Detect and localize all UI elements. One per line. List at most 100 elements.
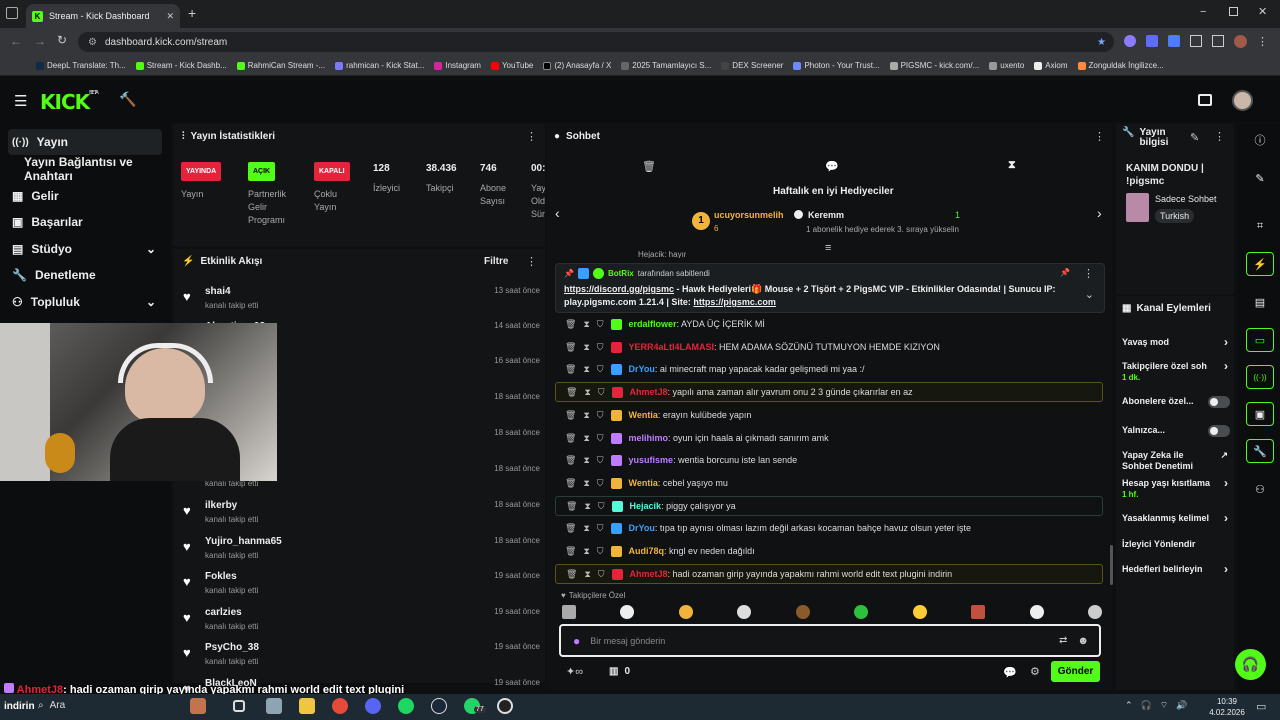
ban-shield-icon[interactable]: ⛉ [597, 433, 604, 444]
kick-logo[interactable]: KICKBETA [40, 90, 99, 114]
minimize-icon[interactable]: − [1200, 6, 1206, 18]
bookmark[interactable]: rahmican - Kick Stat... [335, 61, 424, 70]
chat-username[interactable]: Hejacik [630, 501, 662, 511]
timeout-icon[interactable]: ⧗ [583, 546, 589, 557]
chat-username[interactable]: AhmetJ8 [630, 387, 668, 397]
ban-shield-icon[interactable]: ⛉ [598, 569, 605, 580]
channel-action-item[interactable]: Yalnızca... [1122, 425, 1230, 437]
sidebar-icon[interactable] [1212, 35, 1224, 47]
chat-message[interactable]: 🗑 ⧗ ⛉ Wentia: cebel yaşıyo mu [555, 473, 1103, 493]
wallet-icon[interactable] [1198, 94, 1212, 106]
emote-icon[interactable] [678, 605, 693, 619]
back-icon[interactable]: ← [10, 34, 22, 48]
chat-username[interactable]: Wentia [629, 410, 658, 420]
timeout-icon[interactable]: ⧗ [584, 387, 590, 398]
maximize-icon[interactable] [1229, 7, 1238, 16]
channel-action-item[interactable]: Yasaklanmış kelimel › [1122, 512, 1230, 524]
chat-menu-icon[interactable]: ⋮ [1094, 130, 1105, 143]
delete-icon[interactable]: 🗑 [566, 569, 577, 580]
extension-icon[interactable] [1146, 35, 1158, 47]
bookmark-star-icon[interactable]: ★ [1097, 37, 1106, 48]
expand-icon[interactable]: ⌄ [1085, 288, 1094, 301]
bookmark[interactable]: uxento [989, 61, 1024, 70]
chat-message[interactable]: 🗑 ⧗ ⛉ AhmetJ8: yapılı ama zaman alır yavrum… [555, 382, 1103, 402]
activity-username[interactable]: ilkerby [205, 500, 237, 511]
chat-message[interactable]: 🗑 ⧗ ⛉ yusufisme: wentia borcunu iste lan se… [555, 450, 1103, 470]
nav-item-basarilar[interactable]: ▣ Başarılar [8, 209, 162, 235]
reload-icon[interactable]: ↻ [57, 33, 67, 47]
hamburger-menu-icon[interactable]: ☰ [14, 92, 27, 110]
activity-username[interactable]: Yujiro_hanma65 [205, 536, 282, 547]
tab-close-icon[interactable]: ✕ [166, 11, 174, 22]
ban-shield-icon[interactable]: ⛉ [597, 319, 604, 330]
edit-pencil-icon[interactable]: ✎ [1190, 131, 1199, 144]
next-arrow-icon[interactable]: › [1097, 205, 1102, 221]
chrome-icon[interactable] [332, 698, 348, 714]
chat-message[interactable]: 🗑 ⧗ ⛉ AhmetJ8: hadi ozaman girip yayında ya… [555, 564, 1103, 584]
toggle-switch[interactable] [1208, 396, 1230, 408]
delete-icon[interactable]: 🗑 [565, 410, 576, 421]
ban-shield-icon[interactable]: ⛉ [597, 478, 604, 489]
activity-username[interactable]: Fokles [205, 571, 237, 582]
emote-icon[interactable] [562, 605, 576, 619]
channel-action-item[interactable]: Hesap yaşı kısıtlama 1 hf. › [1122, 477, 1230, 500]
headset-icon[interactable]: 🎧 [1141, 700, 1152, 711]
ban-shield-icon[interactable]: ⛉ [597, 410, 604, 421]
taskbar-app-icon[interactable] [190, 698, 206, 714]
channel-action-item[interactable]: Yapay Zeka ile Sohbet Denetimi ↗ [1122, 450, 1230, 472]
unpin-icon[interactable]: 📌 [1060, 268, 1070, 277]
ban-shield-icon[interactable]: ⛉ [597, 523, 604, 534]
chat-username[interactable]: DrYou [629, 364, 655, 374]
chat-username[interactable]: Wentia [629, 478, 658, 488]
address-bar[interactable]: ⚙ dashboard.kick.com/stream ★ [78, 32, 1114, 52]
activity-username[interactable]: shai4 [205, 286, 231, 297]
ban-shield-icon[interactable]: ⛉ [597, 342, 604, 353]
chat-message[interactable]: 🗑 ⧗ ⛉ melihimo: oyun için haala ai çıkmadı … [555, 428, 1103, 448]
broadcast-rail-icon[interactable]: ((·)) [1246, 365, 1274, 389]
volume-icon[interactable]: 🔊 [1176, 700, 1187, 711]
chat-tab-icon[interactable]: 💬 [825, 160, 839, 173]
toggle-switch[interactable] [1208, 425, 1230, 437]
bookmark[interactable]: Zonguldak İngilizce... [1077, 61, 1164, 70]
ban-shield-icon[interactable]: ⛉ [597, 364, 604, 375]
emote-icon[interactable] [912, 605, 927, 619]
timeout-icon[interactable]: ⧗ [583, 455, 589, 466]
puzzle-icon[interactable] [1190, 35, 1202, 47]
timeout-icon[interactable]: ⧗ [583, 342, 589, 353]
wifi-icon[interactable]: ⌔ [1160, 700, 1168, 711]
bookmark[interactable]: Photon - Your Trust... [793, 61, 880, 70]
pinned-link[interactable]: https://pigsmc.com [693, 297, 776, 307]
microphone-icon[interactable]: ● [573, 634, 580, 648]
support-button[interactable]: 🎧 [1235, 649, 1266, 680]
spotify-icon[interactable] [398, 698, 414, 714]
chat-message[interactable]: 🗑 ⧗ ⛉ Audi78q: kngl ev neden dağıldı [555, 541, 1103, 561]
tray-arrow-icon[interactable]: ⌃ [1125, 700, 1133, 711]
ban-shield-icon[interactable]: ⛉ [597, 455, 604, 466]
stats-menu-icon[interactable]: ⋮ [526, 130, 537, 143]
prev-arrow-icon[interactable]: ‹ [555, 205, 560, 221]
activity-menu-icon[interactable]: ⋮ [526, 255, 537, 268]
channel-action-item[interactable]: Yavaş mod › [1122, 336, 1230, 348]
nav-item-studyo[interactable]: ▤ Stüdyo ⌄ [8, 236, 162, 262]
delete-icon[interactable]: 🗑 [565, 342, 576, 353]
pinned-link[interactable]: https://discord.gg/pigsmc [564, 284, 674, 294]
delete-icon[interactable]: 🗑 [565, 433, 576, 444]
chat-username[interactable]: melihimo [629, 433, 669, 443]
chat-message[interactable]: 🗑 ⧗ ⛉ YERR4aLtI4LAMASI: HEM ADAMA SÖZÜNÜ TU… [555, 337, 1103, 357]
delete-icon[interactable]: 🗑 [565, 523, 576, 534]
timeout-icon[interactable]: ⧗ [583, 478, 589, 489]
emote-icon[interactable] [795, 605, 810, 619]
channel-action-item[interactable]: Takipçilere özel soh 1 dk. › [1122, 360, 1230, 383]
nav-item-stream-key[interactable]: Yayın Bağlantısı ve Anahtarı [8, 155, 162, 183]
bookmark[interactable]: Instagram [434, 61, 481, 70]
stream-info-menu-icon[interactable]: ⋮ [1214, 130, 1225, 143]
community-rail-icon[interactable]: ⚇ [1246, 477, 1274, 501]
delete-icon[interactable]: 🗑 [565, 364, 576, 375]
timeout-icon[interactable]: ⧗ [583, 410, 589, 421]
chat-message[interactable]: 🗑 ⧗ ⛉ Wentia: erayın kulübede yapın [555, 405, 1103, 425]
activity-username[interactable]: PsyCho_38 [205, 642, 259, 653]
steam-icon[interactable] [431, 698, 447, 714]
nav-item-gelir[interactable]: ▦ Gelir [8, 183, 162, 209]
delete-icon[interactable]: 🗑 [565, 319, 576, 330]
delete-icon[interactable]: 🗑 [565, 546, 576, 557]
